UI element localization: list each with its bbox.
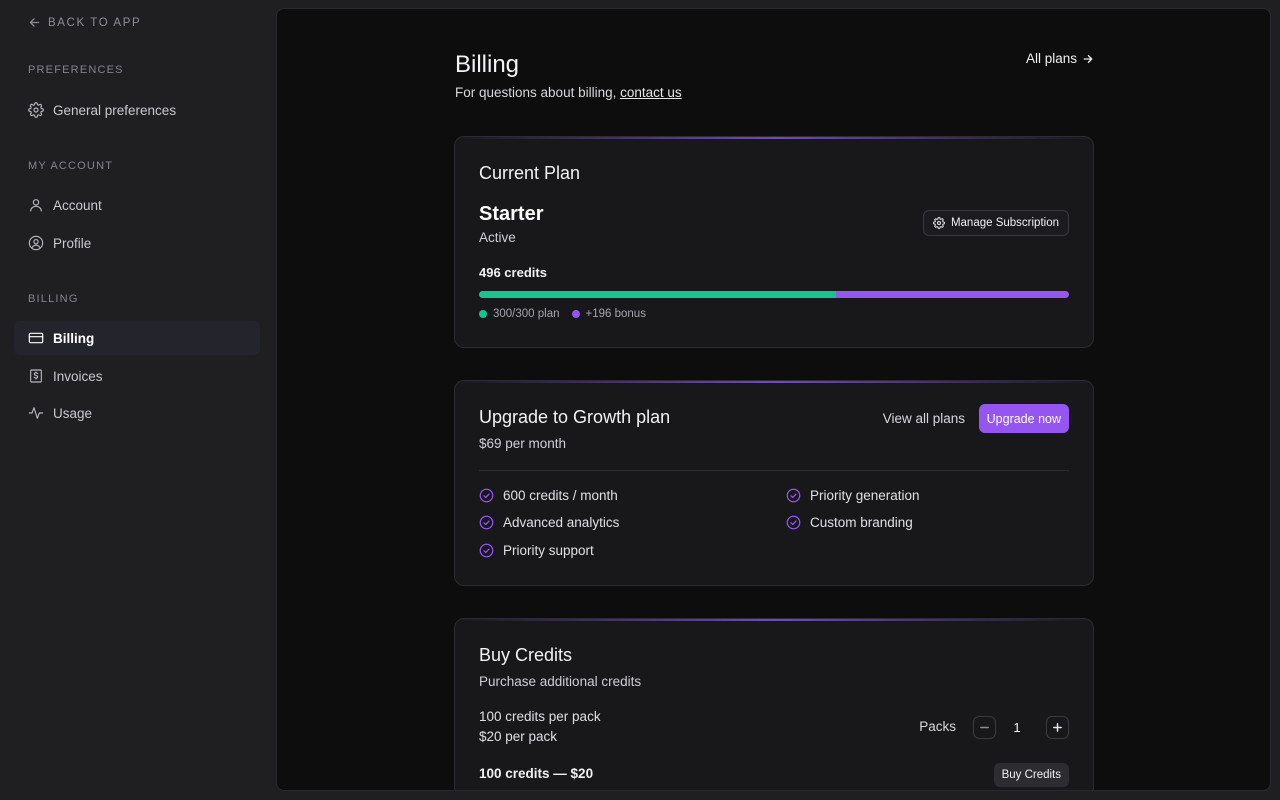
all-plans-label: All plans <box>1025 51 1077 66</box>
purchase-total: 100 credits — $20 <box>479 766 594 781</box>
legend-bonus-label: +196 bonus <box>585 308 646 320</box>
legend-plan: 300/300 plan <box>479 308 560 320</box>
feature-item: Advanced analytics <box>479 515 619 530</box>
page-subtitle-text: For questions about billing, <box>455 85 621 100</box>
upgrade-price: $69 per month <box>479 436 567 451</box>
plan-credits-segment <box>479 291 836 298</box>
upgrade-now-button[interactable]: Upgrade now <box>978 404 1069 433</box>
minus-icon <box>980 726 989 729</box>
sidebar-item-invoices[interactable]: Invoices <box>14 359 260 393</box>
gear-icon <box>932 217 945 229</box>
feature-label: 600 credits / month <box>503 488 618 503</box>
feature-label: Priority generation <box>810 488 920 503</box>
sidebar-item-label: Billing <box>53 330 95 346</box>
legend-bonus: +196 bonus <box>571 308 646 320</box>
buy-credits-button[interactable]: Buy Credits <box>993 763 1069 787</box>
credit-card-icon <box>28 332 44 344</box>
upgrade-plan-card: Upgrade to Growth plan $69 per month Vie… <box>454 380 1094 586</box>
legend-plan-label: 300/300 plan <box>493 308 560 320</box>
feature-item: Custom branding <box>786 515 913 530</box>
all-plans-link[interactable]: All plans <box>1026 51 1094 66</box>
buy-credits-subtitle: Purchase additional credits <box>479 674 642 689</box>
current-plan-title: Current Plan <box>479 163 581 183</box>
decrease-packs-button[interactable] <box>973 716 996 739</box>
pack-credits: 100 credits per pack <box>479 709 601 724</box>
buy-credits-title: Buy Credits <box>479 645 573 665</box>
sidebar-item-label: General preferences <box>53 102 177 118</box>
credits-legend: 300/300 plan +196 bonus <box>479 308 646 320</box>
manage-subscription-label: Manage Subscription <box>950 217 1059 229</box>
sidebar-item-label: Profile <box>53 235 92 251</box>
credits-progress-bar <box>479 291 1069 298</box>
section-label-preferences: PREFERENCES <box>28 64 124 76</box>
settings-sidebar: BACK TO APP PREFERENCES General preferen… <box>0 0 276 800</box>
packs-label: Packs <box>919 719 956 734</box>
buy-credits-card: Buy Credits Purchase additional credits … <box>454 618 1094 790</box>
feature-item: Priority support <box>479 543 594 558</box>
plus-icon <box>1053 723 1062 732</box>
arrow-right-icon <box>1083 54 1093 63</box>
sidebar-item-label: Invoices <box>53 368 103 384</box>
divider <box>479 470 1069 471</box>
pack-price: $20 per pack <box>479 729 558 744</box>
check-circle-icon <box>479 488 494 503</box>
sidebar-item-account[interactable]: Account <box>14 188 260 222</box>
sidebar-item-profile[interactable]: Profile <box>14 226 260 260</box>
gear-icon <box>28 102 44 118</box>
arrow-left-icon <box>29 18 40 27</box>
check-circle-icon <box>786 515 801 530</box>
app-window: BACK TO APP PREFERENCES General preferen… <box>0 0 1280 800</box>
sidebar-item-billing[interactable]: Billing <box>14 321 260 355</box>
bonus-credits-segment <box>835 291 1069 298</box>
feature-item: Priority generation <box>786 488 920 503</box>
dollar-receipt-icon <box>30 369 42 383</box>
user-icon <box>30 199 42 212</box>
billing-main-panel: Billing For questions about billing, con… <box>276 8 1271 791</box>
upgrade-title: Upgrade to Growth plan <box>479 407 671 427</box>
check-circle-icon <box>786 488 801 503</box>
back-to-app-label: BACK TO APP <box>48 16 142 29</box>
section-label-my-account: MY ACCOUNT <box>28 160 114 172</box>
plan-status: Active <box>479 230 516 245</box>
section-label-billing: BILLING <box>28 293 79 305</box>
sidebar-item-usage[interactable]: Usage <box>14 396 260 430</box>
feature-label: Custom branding <box>810 515 913 530</box>
view-all-plans-link[interactable]: View all plans <box>883 411 965 426</box>
plan-dot-icon <box>479 310 487 318</box>
sidebar-item-label: Usage <box>53 405 93 421</box>
manage-subscription-button[interactable]: Manage Subscription <box>922 210 1069 236</box>
page-subtitle: For questions about billing, contact us <box>455 85 682 100</box>
bonus-dot-icon <box>571 310 580 318</box>
current-plan-card: Current Plan Starter Active Manage Subsc… <box>454 136 1094 348</box>
increase-packs-button[interactable] <box>1046 716 1069 739</box>
packs-quantity[interactable]: 1 <box>1011 720 1023 735</box>
sidebar-item-general-preferences[interactable]: General preferences <box>14 93 260 127</box>
check-circle-icon <box>479 543 494 558</box>
feature-item: 600 credits / month <box>479 488 618 503</box>
feature-label: Priority support <box>503 543 594 558</box>
back-to-app-link[interactable]: BACK TO APP <box>28 16 141 29</box>
activity-icon <box>28 407 44 419</box>
feature-label: Advanced analytics <box>503 515 620 530</box>
contact-us-link[interactable]: contact us <box>620 85 682 100</box>
credits-total: 496 credits <box>479 265 547 280</box>
page-title: Billing <box>455 51 520 78</box>
plan-name: Starter <box>479 203 544 225</box>
user-circle-icon <box>28 235 44 251</box>
sidebar-item-label: Account <box>53 197 102 213</box>
check-circle-icon <box>479 515 494 530</box>
